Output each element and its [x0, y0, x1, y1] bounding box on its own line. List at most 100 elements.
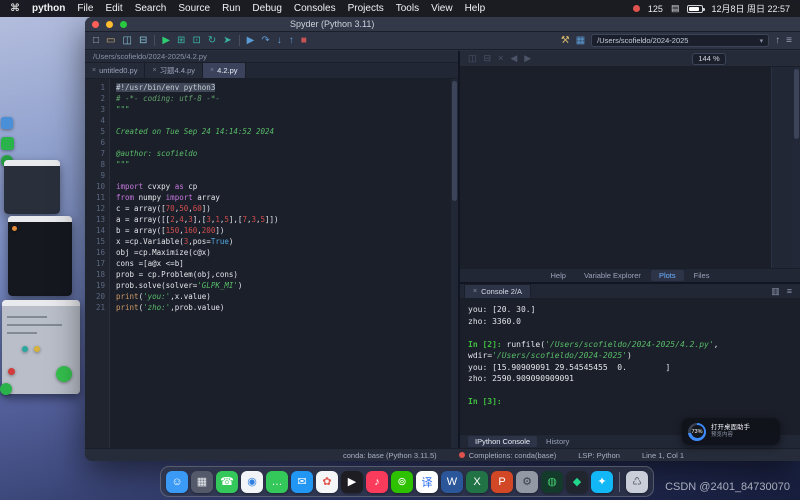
- menu-item-consoles[interactable]: Consoles: [294, 3, 336, 14]
- close-tab-icon[interactable]: ×: [152, 67, 156, 74]
- dock-icon-facetime[interactable]: ☎: [216, 471, 238, 493]
- dock-icon-anaconda[interactable]: ◍: [541, 471, 563, 493]
- pane-tab-variable-explorer[interactable]: Variable Explorer: [576, 270, 649, 281]
- plots-scrollbar[interactable]: [793, 67, 800, 268]
- rerun-cell-icon[interactable]: ↻: [208, 36, 216, 46]
- console-tab[interactable]: × Console 2/A: [464, 284, 531, 298]
- run-cell-advance-icon[interactable]: ⊡: [192, 36, 200, 46]
- console-bottom-tab-ipython-console[interactable]: IPython Console: [468, 436, 537, 447]
- code-line[interactable]: prob.solve(solver='GLPK_MI'): [116, 280, 451, 291]
- desktop-icon-anaconda[interactable]: [56, 366, 72, 382]
- layout-icon[interactable]: ▦: [576, 36, 585, 46]
- dock-icon-translate[interactable]: 译: [416, 471, 438, 493]
- desktop-icon-wechat[interactable]: [1, 137, 14, 150]
- plots-thumbnail-rail[interactable]: [771, 67, 793, 268]
- menubar-badge[interactable]: 125: [648, 4, 663, 14]
- menu-item-run[interactable]: Run: [222, 3, 240, 14]
- menu-item-help[interactable]: Help: [465, 3, 486, 14]
- console-options-menu-icon[interactable]: ≡: [787, 286, 792, 297]
- code-line[interactable]: @author: scofieldo: [116, 148, 451, 159]
- code-line[interactable]: a = array([[2,4,3],[3,1,5],[7,3,5]]): [116, 214, 451, 225]
- dock-icon-trash[interactable]: ♺: [626, 471, 648, 493]
- code-line[interactable]: from numpy import array: [116, 192, 451, 203]
- new-file-icon[interactable]: □: [93, 36, 99, 46]
- code-line[interactable]: x =cp.Variable(3,pos=True): [116, 236, 451, 247]
- menu-item-debug[interactable]: Debug: [252, 3, 281, 14]
- desktop-icon-green-2[interactable]: [0, 383, 12, 395]
- open-file-icon[interactable]: ▭: [106, 36, 115, 46]
- apple-menu-icon[interactable]: ⌘: [10, 3, 20, 14]
- plots-scrollbar-thumb[interactable]: [794, 69, 799, 139]
- menu-item-projects[interactable]: Projects: [348, 3, 384, 14]
- console-output[interactable]: you: [20. 30.]zho: 3360.0 In [2]: runfil…: [460, 299, 800, 434]
- close-window-button[interactable]: [92, 21, 99, 28]
- menu-item-view[interactable]: View: [431, 3, 453, 14]
- code-line[interactable]: cons =[a@x <=b]: [116, 258, 451, 269]
- save-all-icon[interactable]: ⊟: [139, 36, 147, 46]
- battery-icon[interactable]: [687, 5, 703, 13]
- window-thumbnail-1[interactable]: [4, 160, 60, 214]
- dock-icon-launchpad[interactable]: ▦: [191, 471, 213, 493]
- code-line[interactable]: prob = cp.Problem(obj,cons): [116, 269, 451, 280]
- menu-item-source[interactable]: Source: [178, 3, 210, 14]
- code-line[interactable]: print('zho:',prob.value): [116, 302, 451, 313]
- editor-scrollbar[interactable]: [451, 79, 458, 448]
- close-console-icon[interactable]: ×: [473, 288, 477, 295]
- console-bottom-tab-history[interactable]: History: [539, 436, 576, 447]
- menubar-clock[interactable]: 12月8日 周日 22:57: [711, 2, 790, 15]
- save-file-icon[interactable]: ◫: [123, 36, 132, 46]
- editor-tab[interactable]: ×习题4.4.py: [145, 63, 203, 78]
- assistant-title[interactable]: 打开桌面助手: [711, 424, 750, 432]
- dock-icon-wechat[interactable]: ⊚: [391, 471, 413, 493]
- console-environments-icon[interactable]: ▥: [771, 286, 780, 297]
- debug-file-icon[interactable]: ▶: [247, 36, 255, 46]
- close-tab-icon[interactable]: ×: [210, 67, 214, 74]
- run-selection-icon[interactable]: ➤: [223, 36, 231, 46]
- code-line[interactable]: # -*- coding: utf-8 -*-: [116, 93, 451, 104]
- dock-icon-finder[interactable]: ☺: [166, 471, 188, 493]
- options-menu-icon[interactable]: ≡: [786, 36, 792, 46]
- menu-item-edit[interactable]: Edit: [105, 3, 122, 14]
- dock-icon-photos[interactable]: ✿: [316, 471, 338, 493]
- copy-plot-icon[interactable]: ⊟: [484, 53, 492, 64]
- code-line[interactable]: [116, 115, 451, 126]
- code-line[interactable]: Created on Tue Sep 24 14:14:52 2024: [116, 126, 451, 137]
- code-line[interactable]: [116, 170, 451, 181]
- menu-item-file[interactable]: File: [77, 3, 93, 14]
- desktop-icon-blue[interactable]: [1, 117, 13, 129]
- dock-icon-safari[interactable]: ◉: [241, 471, 263, 493]
- status-dot-icon[interactable]: [633, 5, 640, 12]
- menubar-app-name[interactable]: python: [32, 3, 65, 14]
- code-lines[interactable]: #!/usr/bin/env python3# -*- coding: utf-…: [110, 79, 451, 448]
- stop-debug-icon[interactable]: ■: [301, 36, 307, 46]
- pane-tab-files[interactable]: Files: [686, 270, 718, 281]
- editor-tab[interactable]: ×4.2.py: [203, 63, 246, 78]
- parent-directory-icon[interactable]: ↑: [775, 36, 780, 46]
- save-plot-icon[interactable]: ◫: [468, 53, 477, 64]
- dock-icon-word[interactable]: W: [441, 471, 463, 493]
- dock-icon-music[interactable]: ♪: [366, 471, 388, 493]
- minimize-window-button[interactable]: [106, 21, 113, 28]
- next-plot-icon[interactable]: ▶: [524, 53, 531, 64]
- code-line[interactable]: import cvxpy as cp: [116, 181, 451, 192]
- code-line[interactable]: """: [116, 104, 451, 115]
- run-file-icon[interactable]: ▶: [162, 36, 170, 46]
- pane-tab-plots[interactable]: Plots: [651, 270, 684, 281]
- code-line[interactable]: obj =cp.Maximize(c@x): [116, 247, 451, 258]
- previous-plot-icon[interactable]: ◀: [510, 53, 517, 64]
- step-over-icon[interactable]: ↷: [261, 36, 269, 46]
- dock-icon-mail[interactable]: ✉: [291, 471, 313, 493]
- step-into-icon[interactable]: ↓: [277, 36, 282, 46]
- code-line[interactable]: """: [116, 159, 451, 170]
- remove-plot-icon[interactable]: ×: [498, 53, 503, 64]
- plots-zoom-level[interactable]: 144 %: [692, 53, 726, 65]
- run-cell-icon[interactable]: ⊞: [177, 36, 185, 46]
- step-return-icon[interactable]: ↑: [289, 36, 294, 46]
- editor-tab[interactable]: ×untitled0.py: [85, 63, 145, 78]
- code-line[interactable]: #!/usr/bin/env python3: [116, 82, 451, 93]
- zoom-window-button[interactable]: [120, 21, 127, 28]
- close-tab-icon[interactable]: ×: [92, 67, 96, 74]
- window-thumbnail-2[interactable]: [8, 216, 72, 296]
- menu-item-tools[interactable]: Tools: [396, 3, 419, 14]
- code-line[interactable]: print('you:',x.value): [116, 291, 451, 302]
